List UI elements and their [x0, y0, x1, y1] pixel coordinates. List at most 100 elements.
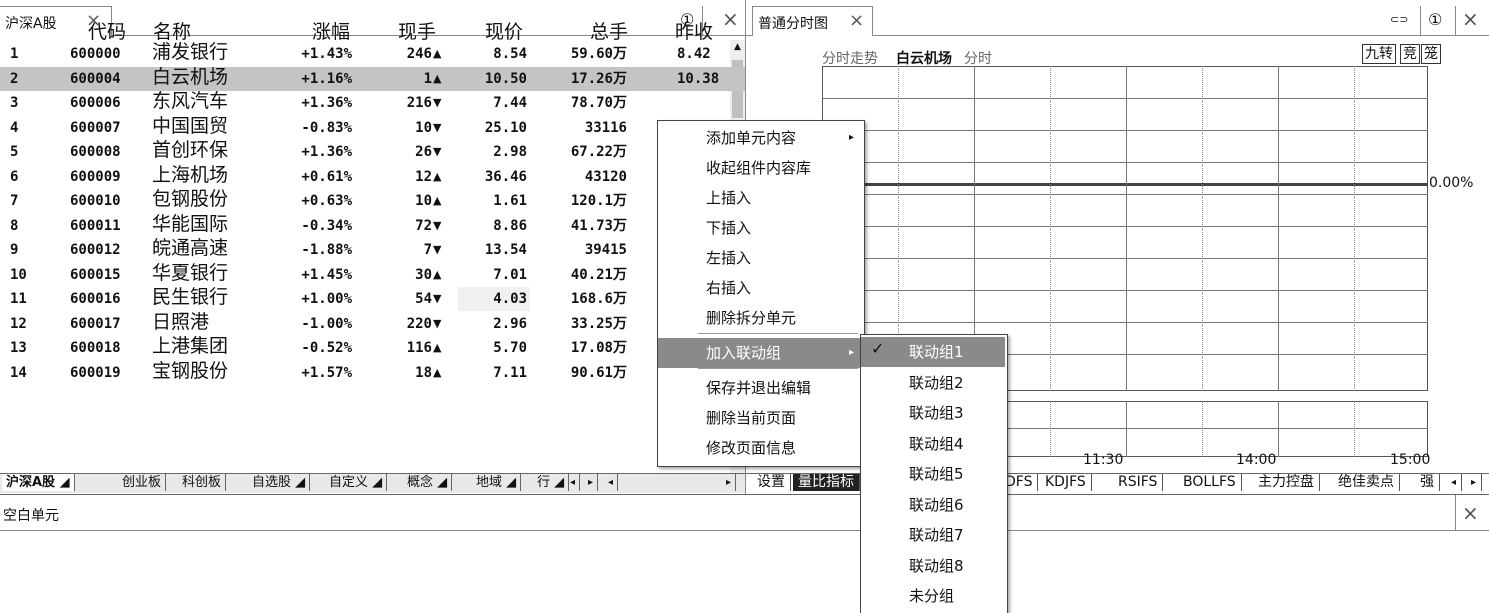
long-button[interactable]: 笼 [1421, 44, 1441, 64]
cell-name: 东风汽车 [152, 90, 229, 112]
indicator-tab-6[interactable]: 主力控盘 [1253, 474, 1320, 491]
sheet-tab-3[interactable]: 自选股 ◢ [248, 474, 311, 491]
cell-idx: 6 [10, 168, 19, 185]
down-arrow-icon: ▼ [433, 316, 442, 330]
menu-item-5[interactable]: 右插入 [658, 273, 864, 303]
col-prev[interactable]: 昨收 [675, 17, 713, 44]
right-panel-close-icon[interactable]: × [1462, 7, 1479, 31]
sheet-nav-icon[interactable]: ▸ [722, 474, 737, 491]
indicator-tab-0[interactable]: 设置 [752, 474, 791, 491]
cell-price: 13.54 [484, 242, 527, 258]
menu-item-2[interactable]: 上插入 [658, 183, 864, 213]
sheet-nav-icon[interactable]: ▸ [584, 474, 599, 491]
cell-price: 25.10 [484, 119, 527, 136]
cell-prev: 10.38 [677, 70, 720, 87]
table-row[interactable]: 1 600000 浦发银行 +1.43% 246 ▲ 8.54 59.60万 8.42 [0, 41, 745, 66]
indicator-tab-4[interactable]: RSIFS [1113, 474, 1164, 491]
cell-total: 33116 [584, 119, 627, 136]
table-row[interactable]: 10 600015 华夏银行 +1.45% 30 ▲ 7.01 40.21万 [0, 262, 745, 287]
cell-price: 8.54 [493, 46, 527, 62]
menu-item-8[interactable]: 保存并退出编辑 [658, 373, 864, 403]
link-group-item-5[interactable]: 联动组6 [861, 490, 1005, 520]
table-row[interactable]: 3 600006 东风汽车 +1.36% 216 ▼ 7.44 78.70万 [0, 90, 745, 115]
bottom-panel-close-icon[interactable]: × [1462, 501, 1479, 525]
table-row[interactable]: 12 600017 日照港 -1.00% 220 ▼ 2.96 33.25万 [0, 311, 745, 336]
menu-item-10[interactable]: 修改页面信息 [658, 433, 864, 463]
close-icon[interactable]: × [849, 10, 864, 31]
link-group-label: 联动组1 [909, 343, 964, 361]
menu-item-6[interactable]: 删除拆分单元 [658, 303, 864, 333]
sheet-nav-icon[interactable]: ◂ [604, 474, 619, 491]
table-row[interactable]: 13 600018 上港集团 -0.52% 116 ▲ 5.70 17.08万 [0, 335, 745, 360]
table-row[interactable]: 2 600004 白云机场 +1.16% 1 ▲ 10.50 17.26万 10.38 [0, 66, 745, 91]
link-group-item-7[interactable]: 联动组8 [861, 551, 1005, 581]
cell-change: +1.36% [301, 144, 352, 160]
sheet-tab-4[interactable]: 自定义 ◢ [325, 474, 388, 491]
sheet-tab-0[interactable]: 沪深A股 ◢ [2, 474, 75, 491]
menu-item-1[interactable]: 收起组件内容库 [658, 153, 864, 183]
cell-change: +0.61% [301, 168, 352, 185]
sheet-tab-7[interactable]: 行 ◢ [533, 474, 570, 491]
jing-button[interactable]: 竞 [1400, 44, 1420, 64]
cell-change: -0.52% [301, 340, 352, 356]
table-row[interactable]: 11 600016 民生银行 +1.00% 54 ▼ 4.03 168.6万 [0, 286, 745, 311]
sheet-tab-6[interactable]: 地域 ◢ [472, 474, 522, 491]
link-group-item-3[interactable]: 联动组4 [861, 429, 1005, 459]
table-row[interactable]: 9600012皖通高速-1.88%7▼13.54394151 [0, 237, 745, 262]
indicator-tab-5[interactable]: BOLLFS [1178, 474, 1242, 491]
cell-change: -0.34% [301, 217, 352, 234]
menu-item-4[interactable]: 左插入 [658, 243, 864, 273]
menu-item-label: 右插入 [706, 279, 752, 297]
menu-item-3[interactable]: 下插入 [658, 213, 864, 243]
table-row[interactable]: 5 600008 首创环保 +1.36% 26 ▼ 2.98 67.22万 [0, 139, 745, 164]
table-row[interactable]: 6600009上海机场+0.61%12▲36.46431203 [0, 164, 745, 189]
cell-change: +1.43% [301, 46, 352, 62]
info-icon[interactable]: ① [1428, 10, 1442, 29]
right-tab[interactable]: 普通分时图 × [752, 6, 873, 36]
col-change[interactable]: 涨幅 [312, 17, 350, 44]
col-total[interactable]: 总手 [590, 17, 628, 44]
indicator-tab-8[interactable]: 强 [1415, 474, 1440, 491]
indicator-scroll-icon[interactable]: ◂ [1446, 474, 1463, 491]
divider [1455, 6, 1456, 36]
jiuzhuan-button[interactable]: 九转 [1362, 44, 1396, 64]
cell-name: 首创环保 [152, 139, 229, 161]
menu-item-label: 保存并退出编辑 [706, 379, 812, 397]
indicator-tab-1[interactable]: 量比指标 [793, 474, 860, 491]
cell-name: 上港集团 [152, 335, 229, 357]
menu-item-7[interactable]: 加入联动组 ▸ [658, 338, 864, 368]
indicator-tab-3[interactable]: KDJFS [1040, 474, 1092, 491]
link-group-item-2[interactable]: 联动组3 [861, 398, 1005, 428]
indicator-scroll-icon[interactable]: ▸ [1466, 474, 1483, 491]
cell-name: 浦发银行 [152, 41, 229, 63]
col-code[interactable]: 代码 [88, 17, 126, 44]
sheet-tab-5[interactable]: 概念 ◢ [403, 474, 453, 491]
sheet-tab-1[interactable]: 创业板 [118, 474, 167, 491]
col-price[interactable]: 现价 [485, 17, 523, 44]
up-arrow-icon: ▲ [433, 47, 442, 60]
cell-idx: 2 [10, 70, 19, 87]
cell-code: 600009 [70, 168, 121, 185]
cell-idx: 7 [10, 193, 19, 209]
sheet-nav-icon[interactable]: ◂ [566, 474, 581, 491]
cell-change: -0.83% [301, 119, 352, 136]
col-vol[interactable]: 现手 [398, 17, 436, 44]
cell-total: 33.25万 [570, 315, 627, 332]
menu-item-0[interactable]: 添加单元内容 ▸ [658, 123, 864, 153]
link-group-item-8[interactable]: 未分组 [861, 581, 1005, 611]
link-icon[interactable]: ⊂⊃ [1390, 13, 1408, 26]
bottom-panel-header [0, 495, 1489, 531]
indicator-tab-7[interactable]: 绝佳卖点 [1333, 474, 1400, 491]
link-group-item-4[interactable]: 联动组5 [861, 459, 1005, 489]
down-arrow-icon: ▼ [433, 292, 442, 305]
link-group-item-1[interactable]: 联动组2 [861, 368, 1005, 398]
link-group-item-6[interactable]: 联动组7 [861, 520, 1005, 550]
table-row[interactable]: 7 600010 包钢股份 +0.63% 10 ▲ 1.61 120.1万 [0, 188, 745, 213]
menu-item-9[interactable]: 删除当前页面 [658, 403, 864, 433]
sheet-tab-2[interactable]: 科创板 [178, 474, 227, 491]
table-row[interactable]: 14 600019 宝钢股份 +1.57% 18 ▲ 7.11 90.61万 [0, 360, 745, 385]
down-arrow-icon: ▼ [433, 243, 442, 256]
cell-idx: 13 [10, 340, 27, 356]
table-row[interactable]: 8 600011 华能国际 -0.34% 72 ▼ 8.86 41.73万 [0, 213, 745, 238]
table-row[interactable]: 4600007中国国贸-0.83%10▼25.10331162 [0, 115, 745, 140]
